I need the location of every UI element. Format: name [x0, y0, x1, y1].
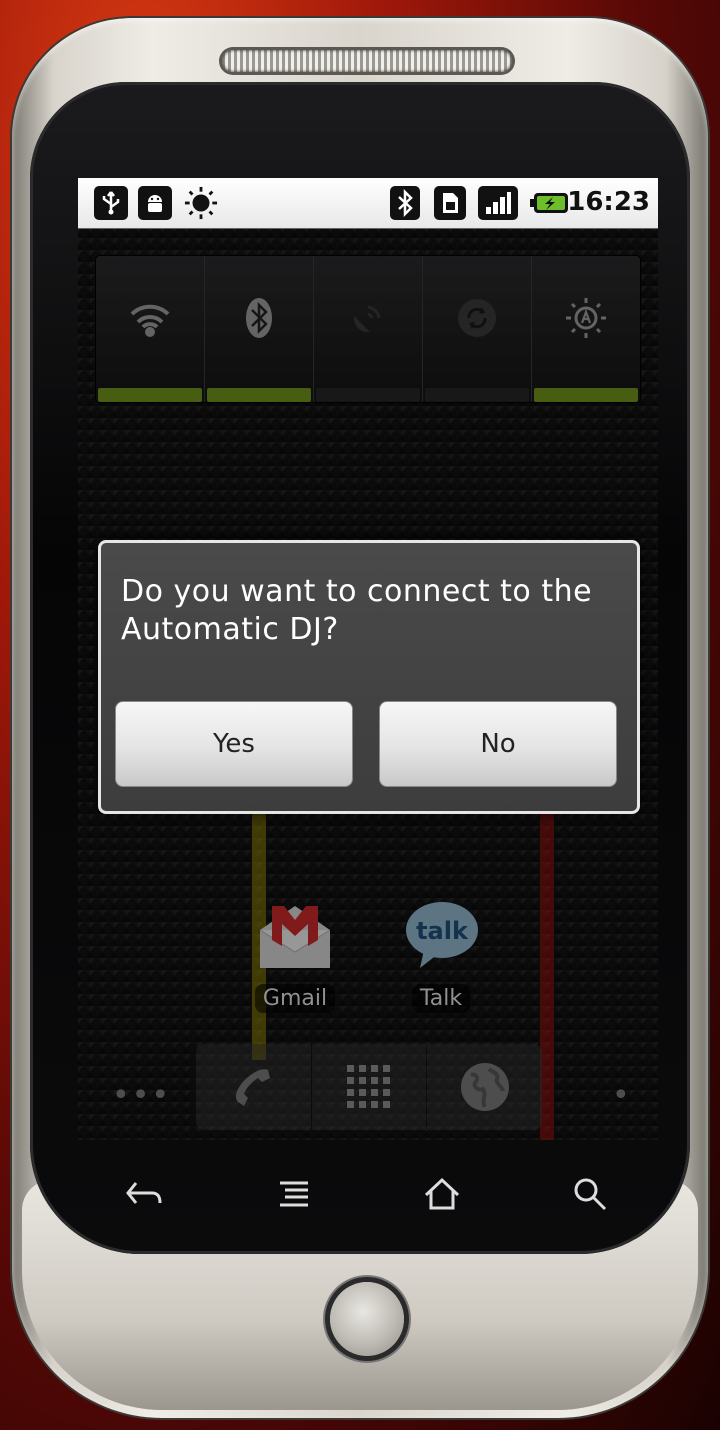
search-icon: [574, 1178, 607, 1211]
home-key[interactable]: [418, 1170, 466, 1218]
clock-time: 16:23: [567, 187, 650, 217]
earpiece-speaker: [222, 50, 512, 72]
yes-button[interactable]: Yes: [115, 701, 353, 787]
sim-icon: [434, 186, 466, 220]
menu-icon: [280, 1181, 308, 1207]
android-debug-icon: [138, 186, 172, 220]
dialog-message: Do you want to connect to the Automatic …: [121, 574, 593, 647]
search-key[interactable]: [566, 1170, 614, 1218]
trackball[interactable]: [330, 1282, 404, 1356]
menu-key[interactable]: [270, 1170, 318, 1218]
usb-icon: [94, 186, 128, 220]
signal-icon: [478, 186, 518, 220]
home-icon: [424, 1177, 460, 1210]
brightness-icon: [184, 186, 218, 220]
bluetooth-icon: [390, 186, 420, 220]
back-key[interactable]: [120, 1170, 168, 1218]
battery-charging-icon: [528, 186, 570, 220]
screen: 16:23 Gmail talk Talk ••• • Do you want …: [78, 178, 658, 1140]
status-bar: 16:23: [78, 178, 658, 229]
connect-dialog: Do you want to connect to the Automatic …: [98, 540, 640, 814]
back-icon: [126, 1182, 162, 1204]
no-button[interactable]: No: [379, 701, 617, 787]
